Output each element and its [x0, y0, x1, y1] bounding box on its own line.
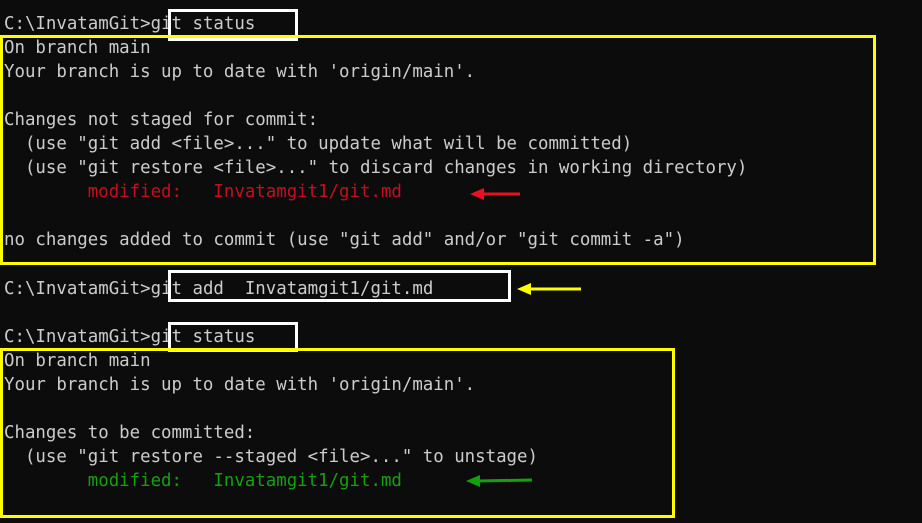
prompt: C:\InvatamGit>: [4, 279, 151, 299]
prompt: C:\InvatamGit>: [4, 327, 151, 347]
arrow-left-green-icon: [466, 475, 533, 487]
arrow-left-red-icon: [470, 188, 520, 200]
output-highlight-box-2: [0, 348, 675, 518]
output-highlight-box-1: [0, 35, 876, 265]
terminal-window[interactable]: C:\InvatamGit>git status On branch main …: [0, 0, 922, 523]
command-highlight-box-2: [168, 270, 511, 302]
arrow-left-yellow-icon: [517, 283, 581, 295]
prompt: C:\InvatamGit>: [4, 14, 151, 34]
